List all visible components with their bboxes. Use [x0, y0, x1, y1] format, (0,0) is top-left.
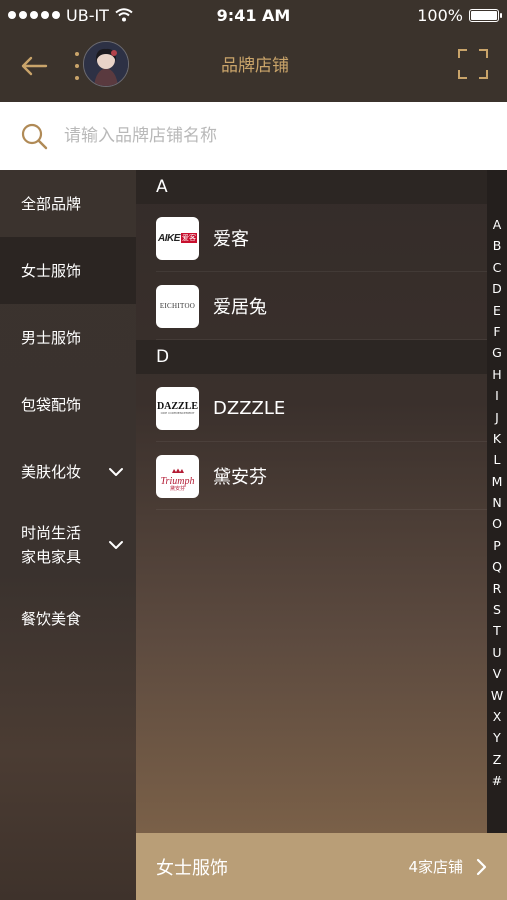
index-letter[interactable]: N	[492, 492, 501, 513]
index-letter[interactable]: L	[494, 449, 501, 470]
index-letter[interactable]: R	[493, 578, 502, 599]
section-header-d: D	[136, 340, 487, 374]
brand-logo: EICHITOO	[156, 284, 199, 328]
page-title: 品牌店铺	[221, 56, 289, 76]
sidebar-item-womens-clothing[interactable]: 女士服饰	[0, 237, 136, 304]
brand-row-dazzle[interactable]: DAZZLE ODE COMMENCEMENT DZZZLE	[136, 374, 487, 442]
store-count: 4家店铺	[408, 858, 463, 876]
avatar[interactable]	[83, 41, 129, 87]
sidebar-item-label: 女士服饰	[21, 262, 82, 280]
index-letter[interactable]: E	[493, 300, 501, 321]
brand-logo: AIKE 爱客	[156, 216, 199, 260]
brand-name: 爱居兔	[213, 297, 267, 318]
brand-logo: Triumph 黛安芬	[156, 454, 199, 498]
brand-logo: DAZZLE ODE COMMENCEMENT	[156, 386, 199, 430]
index-letter[interactable]: H	[492, 364, 501, 385]
vertical-dots-icon[interactable]	[72, 52, 82, 80]
index-letter[interactable]: #	[492, 770, 502, 791]
chevron-right-icon[interactable]	[473, 858, 489, 876]
nav-bar: 品牌店铺	[0, 30, 507, 102]
sidebar-item-all-brands[interactable]: 全部品牌	[0, 170, 136, 237]
brand-name: DZZZLE	[213, 397, 286, 419]
sidebar-item-label-line1: 时尚生活	[21, 524, 82, 542]
logo-text-cn: 爱客	[180, 233, 197, 243]
status-bar: UB-IT 9:41 AM 100%	[0, 0, 507, 30]
index-letter[interactable]: C	[493, 257, 502, 278]
index-letter[interactable]: V	[493, 663, 502, 684]
sidebar-item-beauty[interactable]: 美肤化妆	[0, 438, 136, 505]
sidebar-item-label: 全部品牌	[21, 195, 82, 213]
logo-text: AIKE	[158, 232, 180, 244]
logo-subtext: 黛安芬	[169, 485, 185, 492]
brand-row-triumph[interactable]: Triumph 黛安芬 黛安芬	[136, 442, 487, 510]
signal-strength-icon	[8, 11, 60, 19]
index-letter[interactable]: Y	[493, 727, 501, 748]
footer-category: 女士服饰	[156, 857, 228, 879]
category-sidebar: 全部品牌 女士服饰 男士服饰 包袋配饰 美肤化妆 时尚生活 家电家具 餐饮美食	[0, 170, 136, 900]
sidebar-item-label-line2: 家电家具	[21, 548, 82, 566]
sidebar-item-lifestyle-home[interactable]: 时尚生活 家电家具	[0, 505, 136, 585]
battery-percent: 100%	[417, 5, 463, 25]
index-letter[interactable]: U	[492, 642, 501, 663]
crown-icon	[171, 468, 184, 473]
brand-row-eichitoo[interactable]: EICHITOO 爱居兔	[136, 272, 487, 340]
index-letter[interactable]: W	[491, 685, 503, 706]
index-letter[interactable]: S	[493, 599, 501, 620]
scan-frame-icon[interactable]	[457, 48, 489, 80]
sidebar-item-label: 男士服饰	[21, 329, 82, 347]
sidebar-item-label: 美肤化妆	[21, 463, 82, 481]
index-letter[interactable]: I	[495, 385, 499, 406]
sidebar-item-food-dining[interactable]: 餐饮美食	[0, 585, 136, 652]
search-input[interactable]	[62, 125, 466, 147]
carrier-label: UB-IT	[66, 5, 109, 25]
index-letter[interactable]: Z	[493, 749, 502, 770]
logo-text: Triumph	[160, 475, 195, 487]
sidebar-item-mens-clothing[interactable]: 男士服饰	[0, 304, 136, 371]
index-letter[interactable]: B	[493, 235, 502, 256]
wifi-icon	[115, 8, 133, 22]
index-letter[interactable]: A	[493, 214, 502, 235]
index-letter[interactable]: Q	[492, 556, 502, 577]
index-letter[interactable]: D	[492, 278, 502, 299]
brand-name: 爱客	[213, 229, 249, 250]
index-letter[interactable]: G	[492, 342, 502, 363]
index-letter[interactable]: K	[493, 428, 501, 449]
index-letter[interactable]: J	[495, 407, 499, 428]
logo-subtext: ODE COMMENCEMENT	[160, 410, 195, 415]
index-letter[interactable]: T	[493, 620, 501, 641]
chevron-down-icon[interactable]	[108, 464, 124, 480]
index-letter[interactable]: F	[493, 321, 500, 342]
search-bar	[0, 102, 507, 170]
index-letter[interactable]: O	[492, 513, 502, 534]
chevron-down-icon[interactable]	[108, 537, 124, 553]
brand-list: A AIKE 爱客 爱客 EICHITOO 爱居兔 D DAZZLE ODE C…	[136, 170, 487, 833]
section-header-a: A	[136, 170, 487, 204]
brand-row-aike[interactable]: AIKE 爱客 爱客	[136, 204, 487, 272]
search-icon	[21, 123, 48, 150]
sidebar-item-label: 包袋配饰	[21, 396, 82, 414]
brand-name: 黛安芬	[213, 467, 267, 488]
alphabet-index[interactable]: A B C D E F G H I J K L M N O P Q R S T U V W X Y Z #	[487, 170, 507, 833]
battery-icon	[469, 8, 502, 22]
index-letter[interactable]: P	[493, 535, 501, 556]
back-arrow-icon[interactable]	[18, 50, 50, 82]
sidebar-item-label: 餐饮美食	[21, 610, 82, 628]
index-letter[interactable]: X	[493, 706, 502, 727]
logo-text: DAZZLE	[156, 400, 199, 412]
index-letter[interactable]: M	[492, 471, 503, 492]
footer-bar[interactable]: 女士服饰 4家店铺	[136, 833, 507, 900]
logo-text: EICHITOO	[159, 302, 196, 310]
sidebar-item-bags-accessories[interactable]: 包袋配饰	[0, 371, 136, 438]
